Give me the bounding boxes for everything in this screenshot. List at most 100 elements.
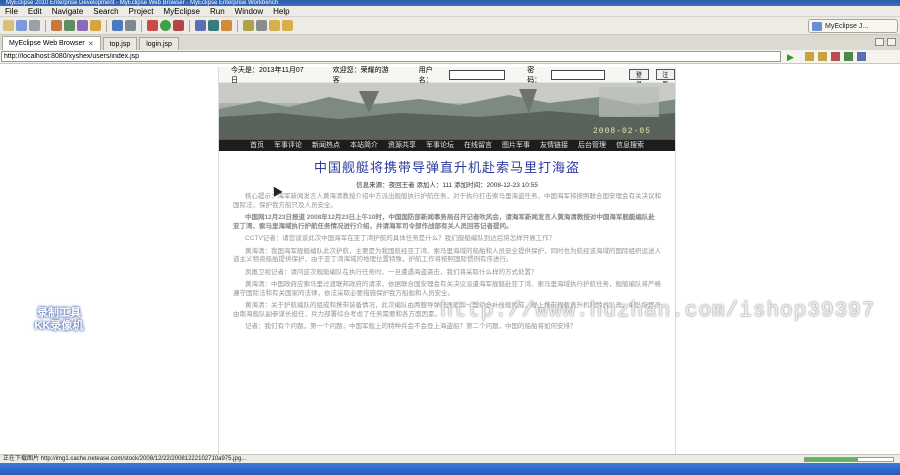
browser-nav-buttons (805, 52, 866, 61)
url-input[interactable] (1, 51, 781, 62)
home-icon[interactable] (857, 52, 866, 61)
login-strip: 今天是：2013年11月07日 欢迎您：荣耀的游客 用户名： 密码： 登录 注册 (219, 66, 675, 88)
toolbar-separator (45, 19, 46, 32)
nav-hot-news[interactable]: 新闻热点 (312, 140, 340, 152)
article-paragraph: 记者：我们有个问题，第一个问题，中国军舰上的特种兵会不会登上海盗船？第二个问题，… (245, 323, 577, 330)
run-icon[interactable] (160, 20, 171, 31)
recorder-logo: 录制工具 KK录像机 (14, 307, 104, 333)
package-icon[interactable] (90, 20, 101, 31)
article-paragraph: CCTV记者：请您谈谈此次中国海军在亚丁湾护航的具体任务是什么？我们舰艇编队到达… (245, 235, 556, 242)
toolbar-separator (141, 19, 142, 32)
menu-help[interactable]: Help (268, 6, 294, 17)
browser-icon[interactable] (221, 20, 232, 31)
article-meta: 信息来源：夜回王者 添加人：111 添加时间：2008-12-23 10:55 (356, 182, 538, 189)
perspective-icon (812, 22, 822, 31)
maximize-icon[interactable] (887, 38, 896, 46)
article-paragraph: 核心提示：海军新闻发言人黄海清教授介绍中方派出舰艇执行护航任务，对于执行打击索马… (233, 193, 661, 209)
back-arrow-icon[interactable] (805, 52, 814, 61)
article-paragraph: 黄海清：中国政府应索马里过渡联邦政府的请求，依据联合国安理会有关决议派遣海军舰艇… (233, 281, 661, 297)
os-taskbar (0, 463, 900, 475)
article-paragraph: 黄海清：我国海军舰艇编队此次护航，主要是为我国航经亚丁湾、索马里海域的船舶和人员… (233, 247, 661, 264)
menu-window[interactable]: Window (230, 6, 268, 17)
site-banner: 2008-02-05 (219, 83, 675, 139)
tab-login-jsp[interactable]: login.jsp (139, 37, 179, 50)
site-nav: 首页 军事评论 新闻热点 本站简介 资源共享 军事论坛 在线留言 图片军事 友情… (219, 139, 675, 151)
status-bar: 正在下载图片 http://img1.cache.netease.com/sto… (0, 454, 900, 463)
toolbar-separator (237, 19, 238, 32)
watermark: http://www.huzhan.com/ishop39397 (440, 300, 876, 323)
go-icon[interactable]: ▶ (787, 52, 797, 62)
nav-military-review[interactable]: 军事评论 (274, 140, 302, 152)
stop-icon[interactable] (831, 52, 840, 61)
toolbar-separator (106, 19, 107, 32)
refresh-icon[interactable] (844, 52, 853, 61)
perspective-switcher[interactable]: MyEclipse J... (808, 19, 898, 33)
browser-address-bar: ▶ (0, 50, 900, 64)
editor-tab-row: MyEclipse Web Browser ✕ top.jsp login.js… (0, 35, 900, 50)
menu-edit[interactable]: Edit (23, 6, 47, 17)
close-icon[interactable]: ✕ (88, 40, 94, 48)
annotation-icon[interactable] (256, 20, 267, 31)
web-page: 今天是：2013年11月07日 欢迎您：荣耀的游客 用户名： 密码： 登录 注册… (218, 67, 676, 454)
menu-project[interactable]: Project (124, 6, 159, 17)
main-toolbar (0, 17, 900, 35)
recorder-logo-line: KK录像机 (34, 320, 84, 332)
menu-file[interactable]: File (0, 6, 23, 17)
status-text: 正在下载图片 http://img1.cache.netease.com/sto… (3, 456, 247, 462)
back-icon[interactable] (269, 20, 280, 31)
db-icon[interactable] (125, 20, 136, 31)
open-type-icon[interactable] (112, 20, 123, 31)
download-progress (804, 457, 894, 462)
today-label: 今天是：2013年11月07日 (231, 66, 304, 84)
search-icon[interactable] (208, 20, 219, 31)
perspective-label: MyEclipse J... (825, 23, 869, 30)
nav-pictures[interactable]: 图片军事 (502, 140, 530, 152)
menu-run[interactable]: Run (205, 6, 230, 17)
menu-navigate[interactable]: Navigate (47, 6, 89, 17)
login-button[interactable]: 登录 (629, 69, 649, 88)
username-input[interactable] (449, 69, 506, 80)
tab-web-browser[interactable]: MyEclipse Web Browser ✕ (2, 36, 101, 50)
article-title: 中国舰艇将携带导弹直升机赴索马里打海盗 (313, 160, 580, 175)
password-input[interactable] (551, 69, 606, 80)
nav-about[interactable]: 本站简介 (350, 140, 378, 152)
browser-viewport: 今天是：2013年11月07日 欢迎您：荣耀的游客 用户名： 密码： 登录 注册… (0, 64, 900, 454)
new-file-icon[interactable] (3, 20, 14, 31)
new-java-class-icon[interactable] (195, 20, 206, 31)
welcome-text: 欢迎您：荣耀的游客 (332, 66, 389, 84)
article-paragraph: 中国网12月23日报道 2008年12月23日上午10时，中国国防部新闻事务局召… (233, 214, 655, 230)
username-label: 用户名： (418, 66, 433, 84)
menu-bar: File Edit Navigate Search Project MyEcli… (0, 6, 900, 17)
nav-home[interactable]: 首页 (250, 140, 264, 152)
toolbar-separator (189, 19, 190, 32)
menu-search[interactable]: Search (88, 6, 123, 17)
tab-label: MyEclipse Web Browser (9, 40, 85, 47)
print-icon[interactable] (29, 20, 40, 31)
recorder-logo-line: 录制工具 (37, 307, 81, 319)
register-button[interactable]: 注册 (655, 69, 675, 88)
nav-messages[interactable]: 在线留言 (464, 140, 492, 152)
external-tools-icon[interactable] (173, 20, 184, 31)
password-label: 密码： (527, 66, 542, 84)
tab-label: login.jsp (146, 40, 172, 48)
save-icon[interactable] (16, 20, 27, 31)
tab-label: top.jsp (109, 40, 131, 48)
open-folder-icon[interactable] (243, 20, 254, 31)
deploy-icon[interactable] (51, 20, 62, 31)
debug-icon[interactable] (147, 20, 158, 31)
nav-search[interactable]: 信息搜索 (616, 140, 644, 152)
project-icon[interactable] (77, 20, 88, 31)
progress-fill (805, 458, 858, 461)
article-paragraph: 凤凰卫视记者：请问这次舰艇编队在执行任务时，一旦遭遇海盗袭击，我们将采取什么样的… (245, 268, 538, 276)
menu-myeclipse[interactable]: MyEclipse (159, 6, 205, 17)
tab-top-jsp[interactable]: top.jsp (102, 37, 138, 50)
forward-arrow-icon[interactable] (818, 52, 827, 61)
banner-date: 2008-02-05 (592, 127, 651, 136)
nav-resources[interactable]: 资源共享 (388, 140, 416, 152)
nav-admin[interactable]: 后台管理 (578, 140, 606, 152)
server-icon[interactable] (64, 20, 75, 31)
nav-links[interactable]: 友情链接 (540, 140, 568, 152)
nav-forum[interactable]: 军事论坛 (426, 140, 454, 152)
forward-icon[interactable] (282, 20, 293, 31)
minimize-icon[interactable] (875, 38, 884, 46)
